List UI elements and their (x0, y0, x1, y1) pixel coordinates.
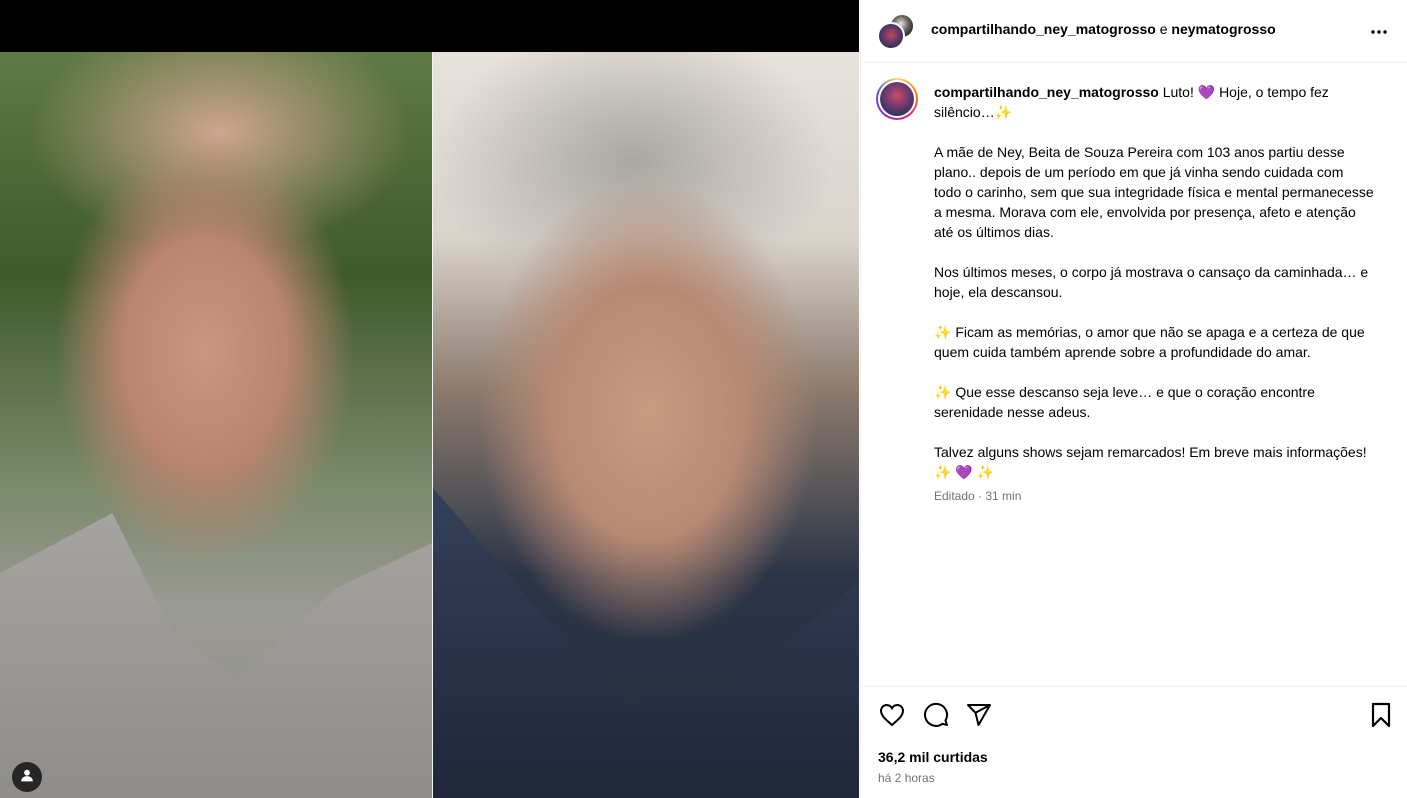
photo-ney-matogrosso (0, 52, 432, 798)
media-letterbox (0, 0, 859, 52)
comment-button[interactable] (922, 702, 950, 733)
photo-elderly-woman (433, 52, 859, 798)
header-authors: compartilhando_ney_matogrosso e neymatog… (931, 21, 1276, 37)
comment-icon (923, 702, 949, 733)
post-media[interactable] (0, 0, 859, 798)
caption-paragraph-3: Nos últimos meses, o corpo já mostrava o… (934, 264, 1369, 300)
photo-jacket (433, 488, 859, 798)
more-options-button[interactable] (1366, 18, 1392, 44)
photo-shirt (0, 513, 432, 798)
caption-username-link[interactable]: compartilhando_ney_matogrosso (934, 84, 1159, 100)
post-header: compartilhando_ney_matogrosso e neymatog… (861, 0, 1407, 63)
author-conjunction: e (1159, 21, 1168, 37)
heart-icon (879, 703, 905, 732)
collaborator-username-link[interactable]: neymatogrosso (1171, 21, 1275, 37)
post-actions: 36,2 mil curtidas há 2 horas (861, 686, 1407, 798)
caption-edited-time: Editado · 31 min (934, 489, 1022, 503)
caption-paragraph-4: ✨ Ficam as memórias, o amor que não se a… (934, 324, 1365, 360)
collab-avatars[interactable] (877, 12, 915, 50)
like-count[interactable]: 36,2 mil curtidas (878, 749, 988, 765)
post-caption: compartilhando_ney_matogrosso Luto! 💜 Ho… (934, 82, 1374, 504)
caption-area: compartilhando_ney_matogrosso Luto! 💜 Ho… (861, 64, 1407, 686)
caption-paragraph-6: Talvez alguns shows sejam remarcados! Em… (934, 444, 1367, 480)
like-button[interactable] (878, 703, 906, 731)
more-options-icon (1370, 22, 1388, 40)
save-button[interactable] (1367, 702, 1395, 733)
author-username-link[interactable]: compartilhando_ney_matogrosso (931, 21, 1156, 37)
user-tag-button[interactable] (12, 762, 42, 792)
share-button[interactable] (965, 703, 993, 731)
post-timestamp[interactable]: há 2 horas (878, 771, 935, 785)
caption-paragraph-5: ✨ Que esse descanso seja leve… e que o c… (934, 384, 1315, 420)
avatar-compartilhando[interactable] (877, 22, 905, 50)
caption-avatar-ring[interactable] (876, 78, 918, 120)
user-tag-icon (20, 768, 34, 787)
caption-avatar[interactable] (880, 82, 914, 116)
post-side-panel: compartilhando_ney_matogrosso e neymatog… (860, 0, 1407, 798)
bookmark-icon (1370, 702, 1392, 733)
share-icon (966, 703, 992, 732)
caption-paragraph-2: A mãe de Ney, Beita de Souza Pereira com… (934, 144, 1374, 240)
